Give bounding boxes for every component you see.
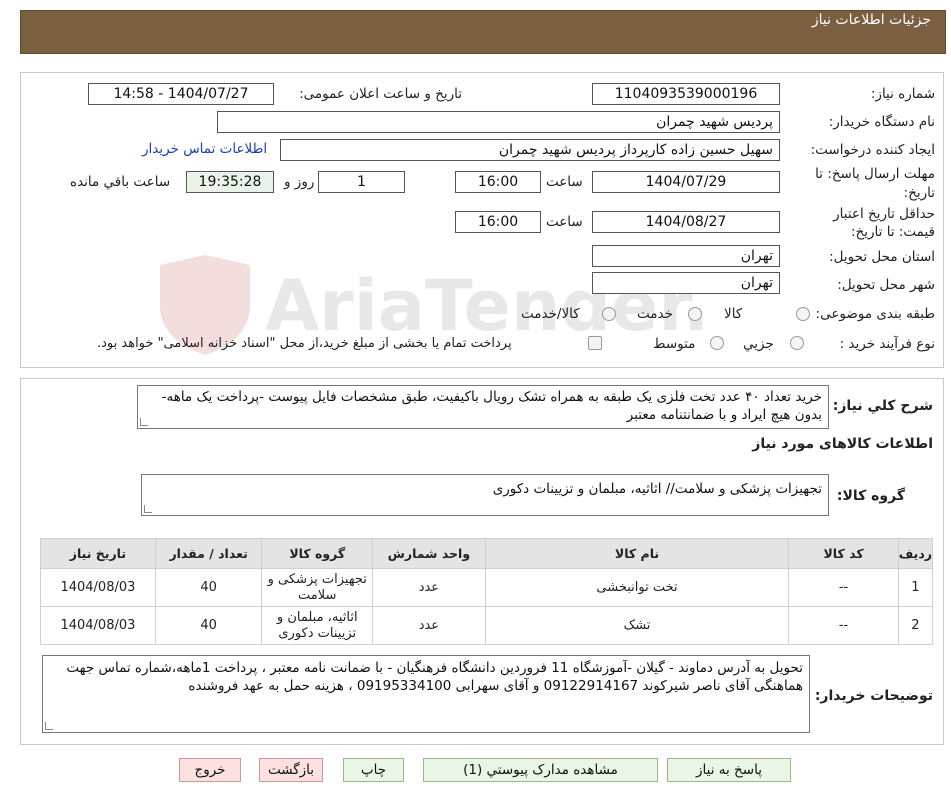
col-code: کد کالا [788,538,899,569]
exit-button[interactable]: خروج [179,758,241,782]
col-unit: واحد شمارش [372,538,486,569]
page-header [20,10,946,54]
cell-row: 2 [897,606,934,645]
table-header-row: ردیف کد کالا نام کالا واحد شمارش گروه کا… [40,538,934,569]
goods-group-text: تجهیزات پزشکی و سلامت// اثاثیه، مبلمان و… [492,481,822,497]
days-label: روز و [284,174,315,190]
cell-group: اثاثیه، مبلمان و تزیینات دکوری [261,606,374,645]
resize-grip-icon[interactable] [144,505,152,513]
city-label: شهر محل تحویل: [837,277,935,293]
buyer-org-label: نام دستگاه خریدار: [828,114,935,130]
print-button[interactable]: چاپ [343,758,404,782]
col-name: نام کالا [484,538,790,569]
announce-datetime-field: 1404/07/27 - 14:58 [88,83,274,105]
treasury-note: پرداخت تمام یا بخشی از مبلغ خرید،از محل … [97,336,512,351]
category-label: طبقه بندی موضوعی: [815,306,935,322]
reply-deadline-date: 1404/07/29 [592,171,780,193]
need-number-label: شماره نیاز: [870,86,935,102]
cell-date: 1404/08/03 [40,568,156,607]
price-validity-date: 1404/08/27 [592,211,780,233]
need-number-field: 1104093539000196 [592,83,780,105]
requester-field: سهیل حسین زاده کارپرداز پردیس شهید چمران [280,139,780,161]
category-service-radio[interactable] [688,307,702,321]
description-textarea: خرید تعداد ۴۰ عدد تخت فلزی یک طبقه به هم… [137,385,829,429]
cell-name: تخت توانبخشی [484,568,790,607]
reply-deadline-days: 1 [318,171,405,193]
goods-group-textarea: تجهیزات پزشکی و سلامت// اثاثیه، مبلمان و… [141,474,829,516]
page-title: جزئیات اطلاعات نیاز [811,12,931,28]
process-minor-radio[interactable] [790,336,804,350]
price-validity-label-1: حداقل تاریخ اعتبار [833,206,935,222]
goods-section-title: اطلاعات کالاهای مورد نیاز [752,436,933,452]
remaining-time-label: ساعت باقي مانده [70,174,171,190]
cell-row: 1 [897,568,934,607]
process-medium-radio[interactable] [710,336,724,350]
announce-datetime-label: تاریخ و ساعت اعلان عمومی: [299,86,462,102]
buyer-notes-text: تحویل به آدرس دماوند - گیلان -آموزشگاه 1… [66,660,803,694]
cell-code: -- [788,606,899,645]
cell-qty: 40 [154,606,263,645]
cell-unit: عدد [372,606,486,645]
cell-code: -- [788,568,899,607]
resize-grip-icon[interactable] [45,722,53,730]
cell-unit: عدد [372,568,486,607]
col-group: گروه کالا [261,538,374,569]
reply-button[interactable]: پاسخ به نیاز [667,758,791,782]
buyer-org-field: پردیس شهید چمران [217,111,780,133]
category-service-label: خدمت [637,306,673,322]
category-both-radio[interactable] [602,307,616,321]
reply-deadline-time-label: ساعت [546,174,583,190]
table-row: 1 -- تخت توانبخشی عدد تجهیزات پزشکی و سل… [40,568,934,607]
process-label: نوع فرآیند خرید : [839,336,935,352]
buyer-contact-link[interactable]: اطلاعات تماس خریدار [142,141,267,157]
buyer-notes-textarea: تحویل به آدرس دماوند - گیلان -آموزشگاه 1… [42,655,810,733]
price-validity-label-2: قیمت: تا تاریخ: [851,224,935,240]
col-row: ردیف [897,538,934,569]
category-goods-label: کالا [724,306,743,322]
back-button[interactable]: بازگشت [259,758,323,782]
province-label: استان محل تحویل: [829,249,935,265]
cell-group: تجهیزات پزشکی و سلامت [261,568,374,607]
province-field: تهران [592,245,780,267]
process-medium-label: متوسط [653,336,696,352]
treasury-checkbox[interactable] [588,336,602,350]
price-validity-time-label: ساعت [546,214,583,230]
goods-group-label: گروه کالا: [836,488,905,504]
description-text: خرید تعداد ۴۰ عدد تخت فلزی یک طبقه به هم… [161,389,822,423]
category-both-label: کالا/خدمت [521,306,580,322]
cell-name: تشک [484,606,790,645]
cell-date: 1404/08/03 [40,606,156,645]
table-row: 2 -- تشک عدد اثاثیه، مبلمان و تزیینات دک… [40,606,934,645]
requester-label: ایجاد کننده درخواست: [810,142,935,158]
process-minor-label: جزیي [743,336,774,352]
items-table: ردیف کد کالا نام کالا واحد شمارش گروه کا… [40,538,934,645]
city-field: تهران [592,272,780,294]
remaining-time: 19:35:28 [186,171,274,193]
buyer-notes-label: توضیحات خریدار: [814,688,933,704]
reply-deadline-label-1: مهلت ارسال پاسخ: تا [815,166,935,182]
col-qty: تعداد / مقدار [154,538,263,569]
col-date: تاریخ نیاز [40,538,156,569]
price-validity-time: 16:00 [455,211,541,233]
resize-grip-icon[interactable] [140,418,148,426]
description-label: شرح کلي نياز: [832,398,933,414]
reply-deadline-label-2: تاریخ: [903,185,935,201]
cell-qty: 40 [154,568,263,607]
reply-deadline-time: 16:00 [455,171,541,193]
attachments-button[interactable]: مشاهده مدارک پیوستي (1) [423,758,658,782]
category-goods-radio[interactable] [796,307,810,321]
